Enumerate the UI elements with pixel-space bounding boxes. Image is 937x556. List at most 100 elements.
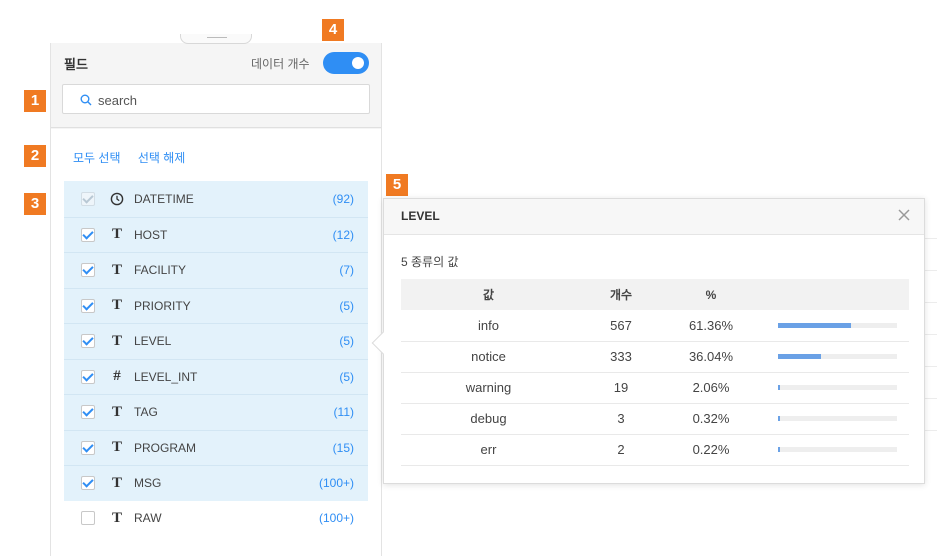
cell-count: 333 xyxy=(610,349,632,364)
field-item[interactable]: T PROGRAM (15) xyxy=(64,429,368,465)
percent-bar-track xyxy=(778,416,897,421)
field-item[interactable]: T TAG (11) xyxy=(64,394,368,430)
annotation-badge-3: 3 xyxy=(24,193,46,215)
background-divider xyxy=(925,398,937,399)
table-row[interactable]: debug 3 0.32% xyxy=(401,403,909,434)
field-list: DATETIME (92) T HOST (12) T FACILITY (7) T PRIORI… xyxy=(64,181,368,536)
column-header-percent: % xyxy=(705,287,717,302)
field-item[interactable]: T LEVEL (5) xyxy=(64,323,368,359)
cell-value: err xyxy=(480,442,497,457)
field-checkbox[interactable] xyxy=(81,298,95,313)
cell-bar xyxy=(756,341,909,372)
selection-links: 모두 선택 선택 해제 xyxy=(73,149,199,166)
field-count[interactable]: (11) xyxy=(334,405,354,419)
field-item[interactable]: T FACILITY (7) xyxy=(64,252,368,288)
field-checkbox[interactable] xyxy=(81,511,95,526)
field-count[interactable]: (12) xyxy=(333,228,354,242)
field-name: LEVEL xyxy=(134,334,172,349)
cell-percent: 0.32% xyxy=(692,411,730,426)
field-checkbox[interactable] xyxy=(81,227,95,242)
field-name: FACILITY xyxy=(134,263,187,278)
percent-bar-track xyxy=(778,354,897,359)
field-item[interactable]: DATETIME (92) xyxy=(64,181,368,217)
cell-value: info xyxy=(478,317,499,333)
field-count[interactable]: (92) xyxy=(333,192,354,206)
field-checkbox[interactable] xyxy=(81,476,95,491)
annotation-badge-5: 5 xyxy=(386,174,408,196)
field-count[interactable]: (7) xyxy=(339,263,354,277)
cell-percent: 36.04% xyxy=(688,349,734,364)
field-count[interactable]: (5) xyxy=(339,370,354,384)
column-header-bar xyxy=(756,279,909,310)
select-all-link[interactable]: 모두 선택 xyxy=(73,151,121,165)
field-checkbox[interactable] xyxy=(81,263,95,278)
cell-value: debug xyxy=(470,411,507,426)
cell-percent: 2.06% xyxy=(692,380,730,395)
column-header-value: 값 xyxy=(482,288,495,302)
field-count[interactable]: (5) xyxy=(339,299,354,313)
percent-bar-track xyxy=(778,322,897,328)
table-row[interactable]: notice 333 36.04% xyxy=(401,341,909,372)
field-name: TAG xyxy=(134,405,158,420)
field-checkbox[interactable] xyxy=(81,369,95,384)
text-type-icon: T xyxy=(111,261,122,278)
percent-bar-track xyxy=(778,447,897,452)
cell-count: 19 xyxy=(613,380,629,395)
percent-bar-fill xyxy=(778,354,821,359)
field-name: RAW xyxy=(134,511,162,526)
field-checkbox[interactable] xyxy=(81,334,95,349)
field-item[interactable]: T PRIORITY (5) xyxy=(64,287,368,323)
background-divider xyxy=(925,270,937,271)
field-name: PROGRAM xyxy=(134,440,197,455)
background-divider xyxy=(925,334,937,335)
text-type-icon: T xyxy=(111,226,122,243)
text-type-icon: T xyxy=(111,403,122,420)
annotation-badge-1: 1 xyxy=(24,90,46,112)
percent-bar-fill xyxy=(778,416,780,421)
text-type-icon: T xyxy=(111,332,122,349)
field-count[interactable]: (100+) xyxy=(319,511,354,525)
text-type-icon: T xyxy=(111,509,122,526)
field-name: HOST xyxy=(134,227,168,242)
field-name: MSG xyxy=(134,476,162,491)
field-name: PRIORITY xyxy=(134,298,191,313)
cell-value: warning xyxy=(465,380,512,395)
field-count[interactable]: (100+) xyxy=(319,476,354,490)
field-item[interactable]: # LEVEL_INT (5) xyxy=(64,358,368,394)
field-checkbox[interactable] xyxy=(81,440,95,455)
deselect-all-link[interactable]: 선택 해제 xyxy=(138,151,186,165)
popover-title: LEVEL xyxy=(401,209,440,223)
field-item[interactable]: T HOST (12) xyxy=(64,216,368,252)
cell-percent: 0.22% xyxy=(692,442,730,457)
cell-bar xyxy=(756,403,909,434)
table-row[interactable]: info 567 61.36% xyxy=(401,310,909,341)
table-row[interactable]: err 2 0.22% xyxy=(401,434,909,465)
field-count[interactable]: (15) xyxy=(333,441,354,455)
field-item[interactable]: T RAW (100+) xyxy=(64,501,368,537)
close-icon[interactable] xyxy=(896,207,912,223)
column-header-count: 개수 xyxy=(609,288,633,302)
table-row[interactable]: warning 19 2.06% xyxy=(401,372,909,403)
field-panel: 필드 데이터 개수 모두 선택 선택 해제 DATETIME (92) T HOST (… xyxy=(50,43,382,556)
field-values-popover: LEVEL 5 종류의 값 값 개수 % info 567 61.36% notice… xyxy=(371,198,925,484)
field-count[interactable]: (5) xyxy=(339,334,354,348)
percent-bar-fill xyxy=(778,385,781,390)
field-panel-header: 필드 데이터 개수 xyxy=(51,43,381,128)
background-divider xyxy=(925,238,937,239)
search-box xyxy=(62,84,370,114)
annotation-badge-2: 2 xyxy=(24,145,46,167)
cell-count: 567 xyxy=(610,317,632,333)
cell-count: 3 xyxy=(617,411,625,426)
field-item[interactable]: T MSG (100+) xyxy=(64,465,368,501)
field-checkbox[interactable] xyxy=(81,405,95,420)
annotation-badge-4: 4 xyxy=(322,19,344,41)
cell-count: 2 xyxy=(617,442,625,457)
field-name: DATETIME xyxy=(134,191,194,206)
table-header-row: 값 개수 % xyxy=(401,279,909,310)
panel-resize-handle[interactable] xyxy=(180,34,252,44)
cell-bar xyxy=(756,434,909,465)
number-type-icon: # xyxy=(113,368,121,385)
search-input[interactable] xyxy=(98,89,358,111)
text-type-icon: T xyxy=(111,439,122,456)
data-count-toggle[interactable] xyxy=(323,52,369,74)
